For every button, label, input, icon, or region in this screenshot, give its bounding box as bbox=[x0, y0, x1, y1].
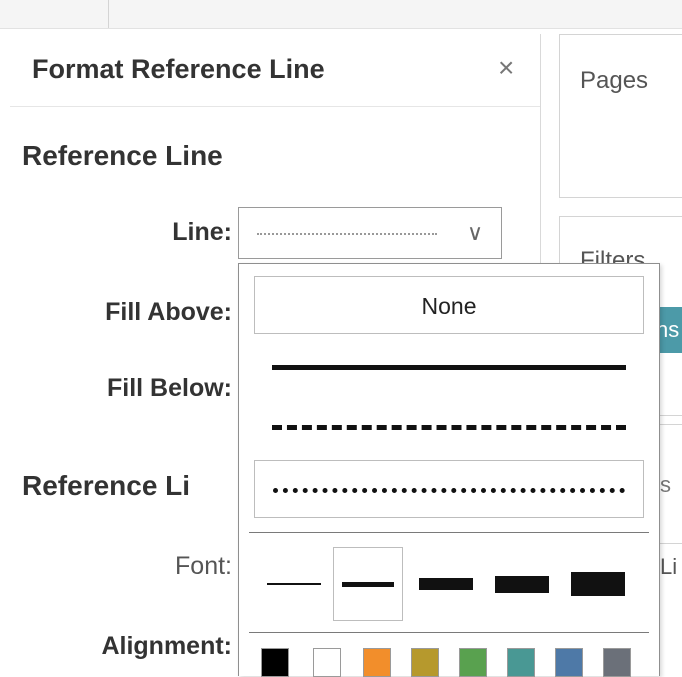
color-swatch-teal[interactable] bbox=[507, 648, 535, 677]
dashed-line-preview bbox=[272, 425, 626, 430]
close-icon[interactable]: × bbox=[498, 52, 514, 84]
line-style-dashed-option[interactable] bbox=[254, 398, 644, 456]
line-label: Line: bbox=[172, 218, 232, 246]
color-swatch-gray[interactable] bbox=[603, 648, 631, 677]
section-title-reference-line: Reference Line bbox=[22, 140, 223, 171]
line-weight-3-option[interactable] bbox=[411, 547, 481, 621]
line-style-fine-dashed-option[interactable] bbox=[254, 460, 644, 518]
fill-above-label: Fill Above: bbox=[105, 298, 232, 326]
toolbar-divider bbox=[108, 0, 109, 28]
weight-4-preview bbox=[495, 576, 549, 593]
line-style-none-option[interactable]: None bbox=[254, 276, 644, 334]
solid-line-preview bbox=[272, 365, 626, 370]
pages-shelf-label: Pages bbox=[580, 67, 649, 94]
line-style-select[interactable]: ∨ bbox=[238, 207, 502, 259]
color-swatch-blue[interactable] bbox=[555, 648, 583, 677]
color-swatch-black[interactable] bbox=[261, 648, 289, 677]
line-weight-1-option[interactable] bbox=[259, 547, 329, 621]
line-weight-2-option[interactable] bbox=[333, 547, 403, 621]
line-weight-5-option[interactable] bbox=[563, 547, 633, 621]
weight-1-preview bbox=[267, 583, 321, 585]
side-fragment-li: Li bbox=[660, 554, 678, 579]
section-title-reference-label: Reference Li bbox=[22, 470, 191, 501]
alignment-label: Alignment: bbox=[101, 632, 232, 660]
font-label: Font: bbox=[175, 552, 232, 580]
weight-2-preview bbox=[342, 582, 394, 587]
weight-5-preview bbox=[571, 572, 625, 596]
weight-3-preview bbox=[419, 578, 473, 590]
color-swatch-white[interactable] bbox=[313, 648, 341, 677]
color-swatch-olive[interactable] bbox=[411, 648, 439, 677]
panel-header: Format Reference Line × bbox=[10, 34, 540, 107]
color-swatch-green[interactable] bbox=[459, 648, 487, 677]
current-line-preview bbox=[257, 233, 437, 235]
line-weight-4-option[interactable] bbox=[487, 547, 557, 621]
line-style-dropdown: None bbox=[238, 263, 660, 677]
line-style-solid-option[interactable] bbox=[254, 338, 644, 396]
dropdown-divider-2 bbox=[249, 632, 649, 633]
top-toolbar-strip bbox=[0, 0, 682, 29]
color-swatch-orange[interactable] bbox=[363, 648, 391, 677]
side-fragment-s: s bbox=[660, 472, 671, 497]
panel-title: Format Reference Line bbox=[32, 54, 325, 84]
fine-dashed-line-preview bbox=[273, 488, 625, 493]
fill-below-label: Fill Below: bbox=[107, 374, 232, 402]
dropdown-divider bbox=[249, 532, 649, 533]
chevron-down-icon: ∨ bbox=[467, 220, 484, 245]
pages-shelf[interactable]: Pages bbox=[559, 34, 682, 198]
